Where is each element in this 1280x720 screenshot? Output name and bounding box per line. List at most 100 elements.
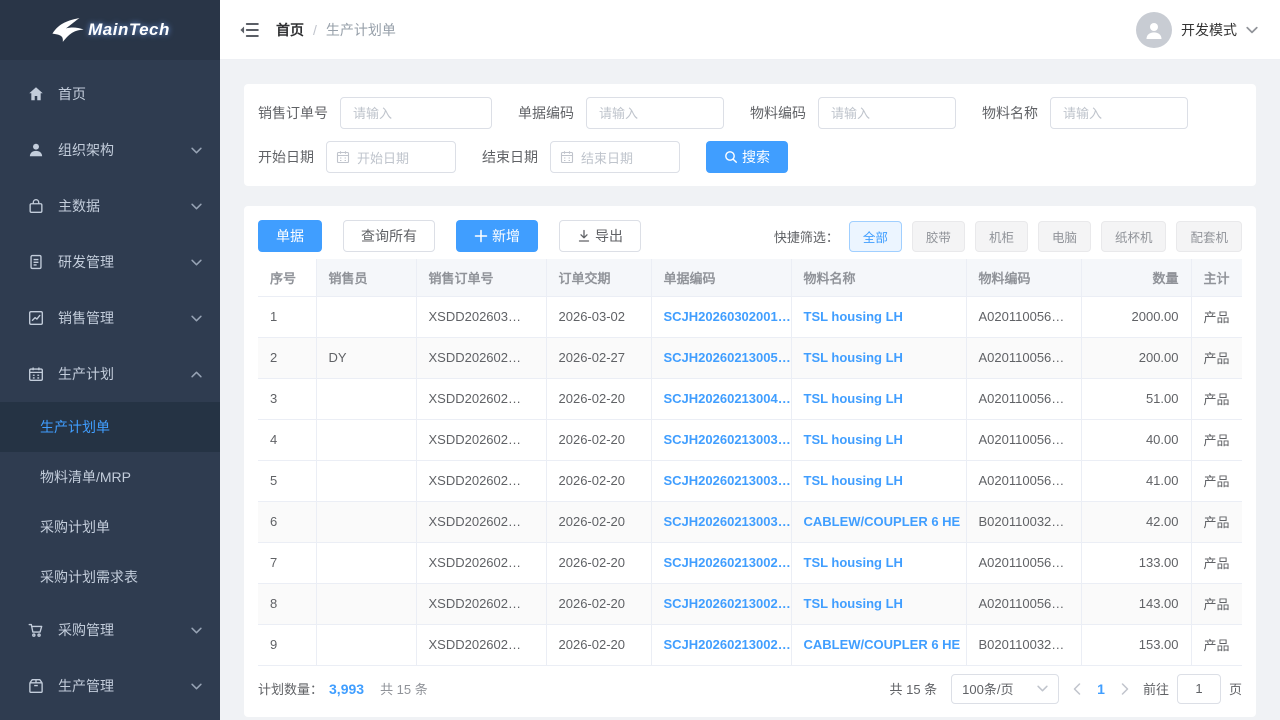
add-button[interactable]: 新增 xyxy=(456,220,538,252)
toolbar: 单据 查询所有 新增 导出 快捷筛选： 全部 胶带 机柜 电脑 纸杯机 xyxy=(258,220,1242,252)
cell-material-code: A020110056… xyxy=(966,542,1081,583)
cell-main-plan: 产品 xyxy=(1191,337,1242,378)
sidebar-item-home[interactable]: 首页 xyxy=(0,66,220,122)
cell-salesperson xyxy=(316,583,416,624)
cell-salesperson xyxy=(316,378,416,419)
cell-material-name-link[interactable]: TSL housing LH xyxy=(791,583,966,624)
filter-start-date: 开始日期 开始日期 xyxy=(258,141,456,173)
export-button[interactable]: 导出 xyxy=(559,220,641,252)
cell-material-code: B020110032… xyxy=(966,624,1081,665)
cell-main-plan: 产品 xyxy=(1191,624,1242,665)
goto-page-input[interactable] xyxy=(1177,674,1221,704)
cell-delivery-date: 2026-02-20 xyxy=(546,624,651,665)
current-page[interactable]: 1 xyxy=(1095,681,1107,697)
chevron-down-icon xyxy=(1246,26,1258,34)
button-label: 查询所有 xyxy=(361,226,417,246)
sidebar-item-purchase-plan-demand[interactable]: 采购计划需求表 xyxy=(0,552,220,602)
user-menu[interactable]: 开发模式 xyxy=(1136,12,1258,48)
chip-supporting-machine[interactable]: 配套机 xyxy=(1176,221,1242,252)
cell-material-name-link[interactable]: TSL housing LH xyxy=(791,542,966,583)
page-size-select[interactable]: 100条/页 xyxy=(951,674,1059,704)
chevron-down-icon xyxy=(1037,685,1048,692)
cell-main-plan: 产品 xyxy=(1191,296,1242,337)
cell-delivery-date: 2026-02-27 xyxy=(546,337,651,378)
chip-papercup-machine[interactable]: 纸杯机 xyxy=(1101,221,1167,252)
sidebar-item-production-plan-order[interactable]: 生产计划单 xyxy=(0,402,220,452)
sidebar-item-rd[interactable]: 研发管理 xyxy=(0,234,220,290)
col-delivery-date: 订单交期 xyxy=(546,259,651,296)
document-button[interactable]: 单据 xyxy=(258,220,322,252)
filter-material-code: 物料编码 xyxy=(750,97,956,129)
table-row: 5 XSDD202602… 2026-02-20 SCJH20260213003… xyxy=(258,460,1242,501)
page-content: 销售订单号 单据编码 物料编码 物料名称 开始日期 xyxy=(220,60,1280,720)
chevron-down-icon xyxy=(191,627,202,634)
swallow-logo-icon xyxy=(50,17,86,44)
chevron-down-icon xyxy=(191,259,202,266)
cell-quantity: 42.00 xyxy=(1081,501,1191,542)
cell-material-name-link[interactable]: TSL housing LH xyxy=(791,419,966,460)
sidebar-submenu-production-plan: 生产计划单 物料清单/MRP 采购计划单 采购计划需求表 xyxy=(0,402,220,602)
cell-material-name-link[interactable]: TSL housing LH xyxy=(791,337,966,378)
cell-salesperson xyxy=(316,419,416,460)
cell-index: 2 xyxy=(258,337,316,378)
filter-sales-order: 销售订单号 xyxy=(258,97,492,129)
cell-material-name-link[interactable]: TSL housing LH xyxy=(791,378,966,419)
col-index: 序号 xyxy=(258,259,316,296)
cart-icon xyxy=(27,621,45,639)
cell-index: 9 xyxy=(258,624,316,665)
sidebar-item-manufacturing[interactable]: 生产管理 xyxy=(0,658,220,714)
cell-doc-code-link[interactable]: SCJH20260213004… xyxy=(651,378,791,419)
chip-all[interactable]: 全部 xyxy=(849,221,902,252)
prev-page-icon[interactable] xyxy=(1073,683,1081,695)
sidebar-item-org[interactable]: 组织架构 xyxy=(0,122,220,178)
sidebar-item-sales[interactable]: 销售管理 xyxy=(0,290,220,346)
cell-doc-code-link[interactable]: SCJH20260213003… xyxy=(651,419,791,460)
cell-doc-code-link[interactable]: SCJH20260213003… xyxy=(651,501,791,542)
sidebar-item-label: 生产计划 xyxy=(58,364,114,384)
filter-label: 单据编码 xyxy=(518,103,574,123)
filter-label: 开始日期 xyxy=(258,147,314,167)
sidebar-item-production-plan[interactable]: 生产计划 xyxy=(0,346,220,402)
material-name-input[interactable] xyxy=(1050,97,1188,129)
search-button[interactable]: 搜索 xyxy=(706,141,788,173)
sales-order-input[interactable] xyxy=(340,97,492,129)
material-code-input[interactable] xyxy=(818,97,956,129)
goto-label: 前往 xyxy=(1143,679,1169,698)
cell-material-name-link[interactable]: TSL housing LH xyxy=(791,296,966,337)
chip-cabinet[interactable]: 机柜 xyxy=(975,221,1028,252)
cell-delivery-date: 2026-02-20 xyxy=(546,460,651,501)
button-label: 导出 xyxy=(595,226,623,246)
cell-material-name-link[interactable]: TSL housing LH xyxy=(791,460,966,501)
query-all-button[interactable]: 查询所有 xyxy=(343,220,435,252)
cell-doc-code-link[interactable]: SCJH20260213002… xyxy=(651,624,791,665)
cell-doc-code-link[interactable]: SCJH20260213005… xyxy=(651,337,791,378)
cell-material-name-link[interactable]: CABLEW/COUPLER 6 HE xyxy=(791,501,966,542)
sidebar-item-purchase-plan[interactable]: 采购计划单 xyxy=(0,502,220,552)
plan-qty-label: 计划数量： xyxy=(258,679,323,698)
sidebar-item-purchasing[interactable]: 采购管理 xyxy=(0,602,220,658)
chip-tape[interactable]: 胶带 xyxy=(912,221,965,252)
filter-doc-code: 单据编码 xyxy=(518,97,724,129)
next-page-icon[interactable] xyxy=(1121,683,1129,695)
cell-doc-code-link[interactable]: SCJH20260213002… xyxy=(651,583,791,624)
cell-doc-code-link[interactable]: SCJH20260302001… xyxy=(651,296,791,337)
avatar[interactable] xyxy=(1136,12,1172,48)
end-date-picker[interactable]: 结束日期 xyxy=(550,141,680,173)
cell-material-name-link[interactable]: CABLEW/COUPLER 6 HE xyxy=(791,624,966,665)
cell-doc-code-link[interactable]: SCJH20260213003… xyxy=(651,460,791,501)
breadcrumb-home[interactable]: 首页 xyxy=(276,20,304,40)
sidebar-item-master-data[interactable]: 主数据 xyxy=(0,178,220,234)
sidebar-fold-icon[interactable] xyxy=(238,19,260,41)
sidebar-item-bom-mrp[interactable]: 物料清单/MRP xyxy=(0,452,220,502)
main-area: 首页 / 生产计划单 开发模式 销售订单号 单据编码 xyxy=(220,0,1280,720)
doc-code-input[interactable] xyxy=(586,97,724,129)
cell-delivery-date: 2026-03-02 xyxy=(546,296,651,337)
col-material-name: 物料名称 xyxy=(791,259,966,296)
start-date-picker[interactable]: 开始日期 xyxy=(326,141,456,173)
cell-main-plan: 产品 xyxy=(1191,460,1242,501)
col-main-plan: 主计 xyxy=(1191,259,1242,296)
cell-doc-code-link[interactable]: SCJH20260213002… xyxy=(651,542,791,583)
cell-quantity: 41.00 xyxy=(1081,460,1191,501)
chip-computer[interactable]: 电脑 xyxy=(1038,221,1091,252)
table-row: 1 XSDD202603… 2026-03-02 SCJH20260302001… xyxy=(258,296,1242,337)
